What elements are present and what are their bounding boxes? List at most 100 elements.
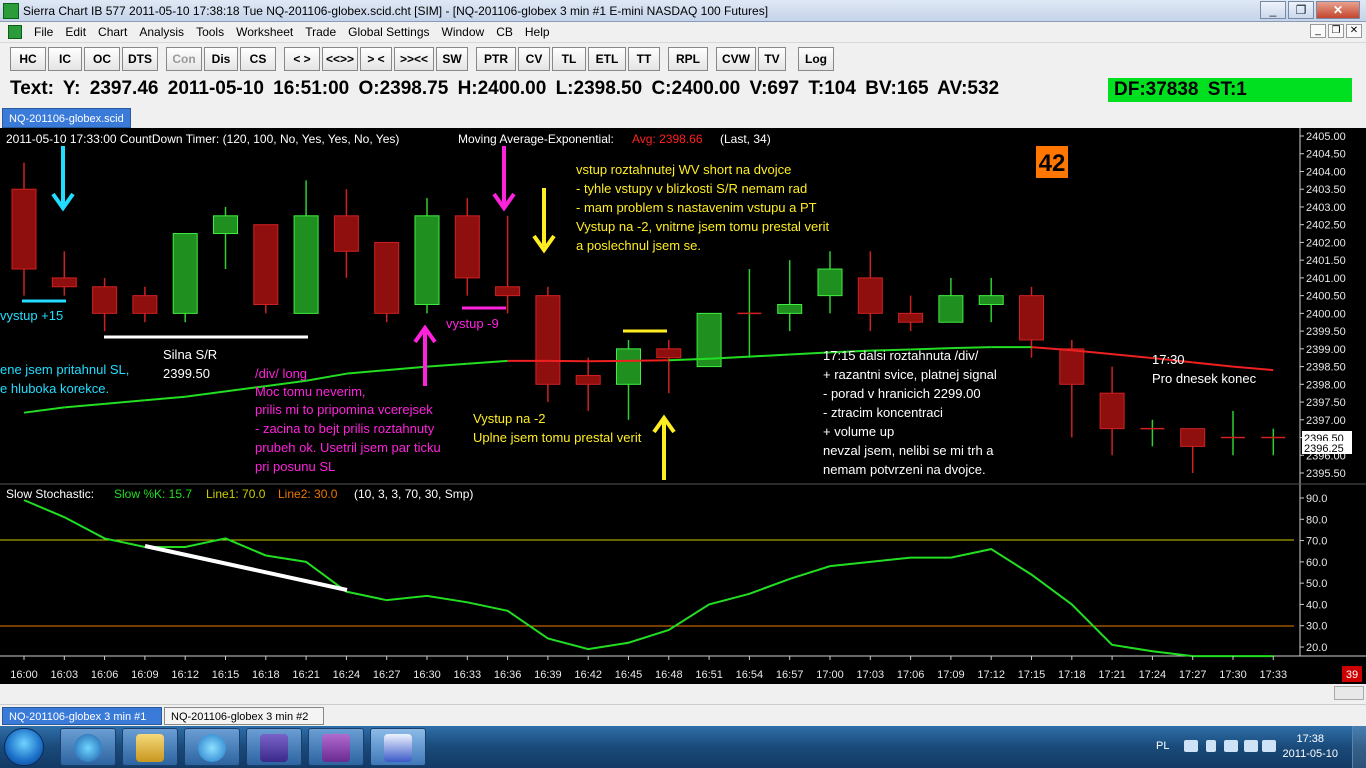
menu-chart[interactable]: Chart [92,25,133,39]
menu-cb[interactable]: CB [490,25,519,39]
battery-icon[interactable] [1244,740,1258,752]
time-tick-label: 17:27 [1179,669,1207,681]
toolbar-button-ic[interactable]: IC [48,47,82,71]
stoch-label: Slow Stochastic: [6,487,94,501]
tray-clock[interactable]: 17:38 2011-05-10 [1283,732,1338,762]
taskbar-internet-explorer[interactable] [184,728,240,766]
toolbar-button-con[interactable]: Con [166,47,202,71]
chart-window-icon[interactable] [8,25,22,39]
toolbar-button-dis[interactable]: Dis [204,47,238,71]
volume-icon[interactable] [1262,740,1276,752]
toolbar-button-sw[interactable]: SW [436,47,468,71]
annotation-vystup2-line1: Uplne jsem tomu prestal verit [473,430,642,445]
white-stoch-trendline[interactable] [144,544,348,592]
chart-tab-1[interactable]: NQ-201106-globex 3 min #1 [2,707,162,725]
price-tick-label: 2403.50 [1306,184,1346,196]
minimize-button[interactable]: _ [1260,1,1286,19]
candle-body [333,215,359,252]
show-desktop-button[interactable] [1352,726,1366,768]
time-tick-label: 16:48 [655,669,683,681]
taskbar-explorer[interactable] [122,728,178,766]
annotation-silna-1: Silna S/R [163,347,217,362]
keyboard-icon[interactable] [1184,740,1198,752]
menu-help[interactable]: Help [519,25,556,39]
time-tick-label: 16:00 [10,669,38,681]
menu-file[interactable]: File [28,25,59,39]
tray-arrow-icon[interactable] [1206,740,1216,752]
horizontal-scrollbar[interactable] [0,684,1366,704]
menu-analysis[interactable]: Analysis [133,25,190,39]
menu-bar: File Edit Chart Analysis Tools Worksheet… [0,22,1366,42]
tab-scid-file[interactable]: NQ-201106-globex.scid [2,108,131,128]
menu-edit[interactable]: Edit [59,25,92,39]
cursor-values-text: Text: Y: 2397.46 2011-05-10 16:51:00 O:2… [10,78,1000,99]
taskbar-onenote[interactable] [308,728,364,766]
scrollbar-thumb[interactable] [1334,686,1364,700]
stoch-tick-label: 90.0 [1306,493,1327,505]
toolbar-button-scroll-in[interactable]: > < [360,47,392,71]
price-tick-label: 2398.00 [1306,379,1346,391]
toolbar-button-ptr[interactable]: PTR [476,47,516,71]
menu-tools[interactable]: Tools [190,25,230,39]
mdi-close-button[interactable]: ✕ [1346,24,1362,38]
time-tick-label: 17:33 [1260,669,1288,681]
menu-trade[interactable]: Trade [299,25,342,39]
candle-body [535,295,561,385]
taskbar-globe-app[interactable] [60,728,116,766]
time-tick-label: 17:30 [1219,669,1247,681]
div1715-line-4: + volume up [823,424,894,439]
taskbar-sierra-chart[interactable] [370,728,426,766]
network-icon[interactable] [1224,740,1238,752]
toolbar-button-dts[interactable]: DTS [122,47,158,71]
menu-window[interactable]: Window [436,25,491,39]
candle-body [414,215,440,305]
chart-area[interactable]: 2011-05-10 17:33:00 CountDown Timer: (12… [0,128,1366,684]
vstup-short-line-1: - tyhle vstupy v blizkosti S/R nemam rad [576,181,807,196]
mdi-minimize-button[interactable]: _ [1310,24,1326,38]
time-tick-label: 16:15 [212,669,240,681]
time-tick-label: 16:03 [51,669,79,681]
menu-global-settings[interactable]: Global Settings [342,25,435,39]
toolbar-button-scroll-both[interactable]: < > [284,47,320,71]
toolbar-button-cs[interactable]: CS [240,47,276,71]
toolbar-button-tv[interactable]: TV [758,47,786,71]
candle-body [293,215,319,314]
div1715-line-5: nevzal jsem, nelibi se mi trh a [823,443,994,458]
price-tick-label: 2401.50 [1306,255,1346,267]
chart-tab-2[interactable]: NQ-201106-globex 3 min #2 [164,707,324,725]
time-tick-label: 17:09 [937,669,965,681]
toolbar-button-rpl[interactable]: RPL [668,47,708,71]
chart-values-bar: Text: Y: 2397.46 2011-05-10 16:51:00 O:2… [0,74,1366,106]
ie-icon [198,734,226,762]
annotation-sl-line2: e hluboka korekce. [0,381,109,396]
toolbar-button-etl[interactable]: ETL [588,47,626,71]
toolbar-button-scroll-out[interactable]: <<>> [322,47,358,71]
chartbook-tabs: NQ-201106-globex 3 min #1 NQ-201106-glob… [0,704,1366,726]
div-long-line-3: - zacina to bejt prilis roztahnuty [255,421,435,436]
candle-body [616,348,641,385]
language-indicator[interactable]: PL [1156,740,1169,752]
mdi-restore-button[interactable]: ❐ [1328,24,1344,38]
div-long-line-2: prilis mi to pripomina vcerejsek [255,402,433,417]
toolbar-button-oc[interactable]: OC [84,47,120,71]
price-tick-label: 2397.00 [1306,415,1346,427]
toolbar-button-hc[interactable]: HC [10,47,46,71]
start-button[interactable] [4,728,44,766]
annotation-konec-1: Pro dnesek konec [1152,371,1257,386]
toolbar-button-tt[interactable]: TT [628,47,660,71]
restore-button[interactable]: ❐ [1288,1,1314,19]
time-tick-label: 16:24 [333,669,361,681]
price-tick-label: 2405.00 [1306,131,1346,143]
toolbar-button-zoom-in[interactable]: >><< [394,47,434,71]
taskbar-app-4[interactable] [246,728,302,766]
chart-svg[interactable]: 2011-05-10 17:33:00 CountDown Timer: (12… [0,128,1366,684]
toolbar-button-tl[interactable]: TL [552,47,586,71]
candle-body [253,224,279,305]
close-button[interactable]: ✕ [1316,1,1360,19]
menu-worksheet[interactable]: Worksheet [230,25,299,39]
stoch-tick-label: 30.0 [1306,621,1327,633]
ema-segment [426,362,468,368]
toolbar-button-cvw[interactable]: CVW [716,47,756,71]
toolbar-button-log[interactable]: Log [798,47,834,71]
toolbar-button-cv[interactable]: CV [518,47,550,71]
